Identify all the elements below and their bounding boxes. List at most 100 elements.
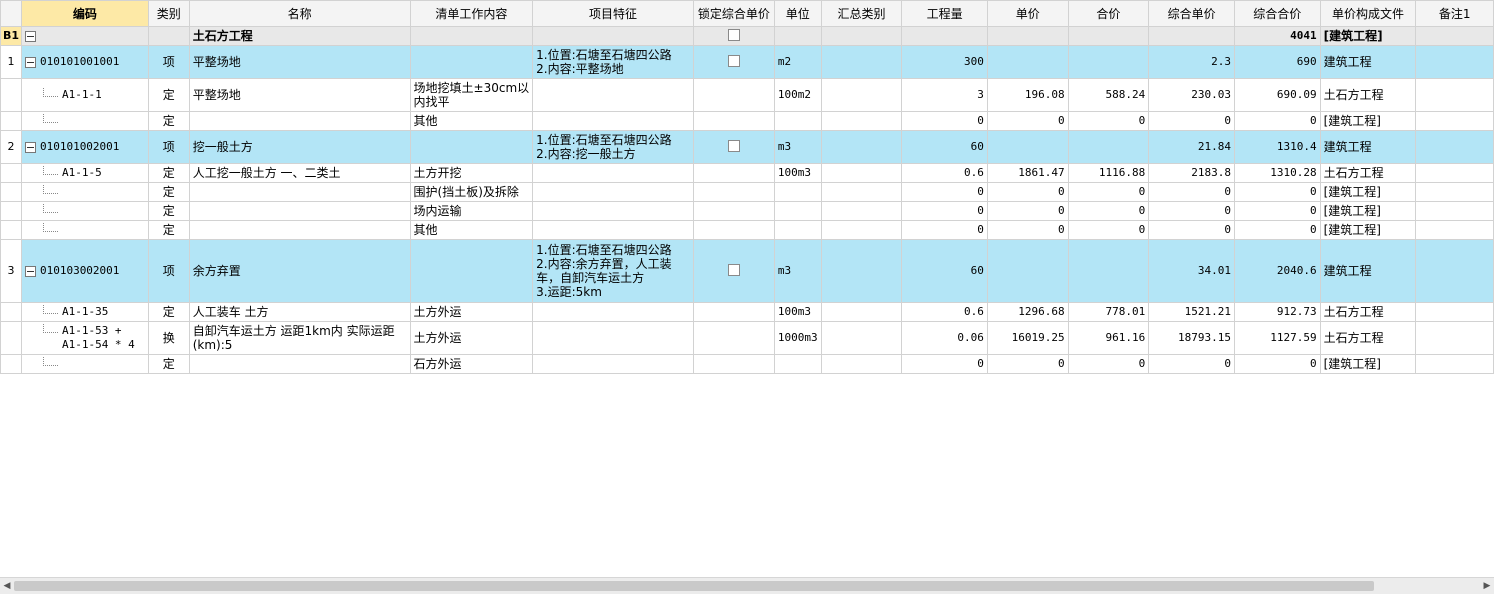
code-cell[interactable] — [20, 182, 149, 202]
features-cell[interactable] — [532, 78, 694, 112]
work-content-cell[interactable]: 场内运输 — [409, 201, 534, 221]
total-price-cell[interactable]: 0 — [1067, 201, 1150, 221]
features-cell[interactable]: 1.位置:石塘至石塘四公路 2.内容:挖一般土方 — [532, 130, 694, 164]
code-cell[interactable]: A1-1-5 — [20, 163, 149, 183]
total-price-cell[interactable]: 0 — [1067, 354, 1150, 374]
code-cell[interactable]: 010101001001 — [20, 45, 149, 79]
lock-price-checkbox[interactable] — [727, 54, 740, 67]
quota-row[interactable]: A1-1-1 定平整场地 场地挖填土±30cm以 内找平 100m2 3 196.08 588… — [0, 78, 1494, 112]
lock-price-cell[interactable] — [692, 78, 775, 112]
horizontal-scrollbar[interactable]: ◀ ▶ — [0, 577, 1494, 594]
category-cell[interactable]: 换 — [147, 321, 190, 355]
collapse-toggle-icon[interactable] — [24, 265, 36, 277]
total-price-cell[interactable] — [1067, 239, 1150, 303]
lock-price-cell[interactable] — [692, 201, 775, 221]
name-cell[interactable]: 平整场地 — [188, 45, 411, 79]
features-cell[interactable] — [532, 182, 694, 202]
note-cell[interactable] — [1415, 182, 1494, 202]
features-cell[interactable]: 1.位置:石塘至石塘四公路 2.内容:平整场地 — [532, 45, 694, 79]
col-header-unit-price[interactable]: 单价 — [986, 0, 1069, 27]
price-file-cell[interactable]: [建筑工程] — [1319, 220, 1417, 240]
unit-cell[interactable] — [773, 220, 822, 240]
note-cell[interactable] — [1415, 321, 1494, 355]
price-file-cell[interactable]: 土石方工程 — [1319, 321, 1417, 355]
category-cell[interactable]: 项 — [147, 130, 190, 164]
features-cell[interactable] — [532, 220, 694, 240]
work-content-cell[interactable] — [409, 239, 534, 303]
price-file-cell[interactable]: [建筑工程] — [1319, 354, 1417, 374]
quantity-cell[interactable]: 0 — [901, 220, 988, 240]
work-content-cell[interactable]: 场地挖填土±30cm以 内找平 — [409, 78, 534, 112]
note-cell[interactable] — [1415, 130, 1494, 164]
name-cell[interactable]: 平整场地 — [188, 78, 411, 112]
work-content-cell[interactable] — [409, 26, 534, 46]
composite-unit-price-cell[interactable]: 34.01 — [1148, 239, 1235, 303]
quota-row[interactable]: 定其他 0 0 0 0 0 [建筑工程] — [0, 111, 1494, 131]
lock-price-cell[interactable] — [692, 321, 775, 355]
unit-price-cell[interactable] — [986, 239, 1069, 303]
total-price-cell[interactable] — [1067, 130, 1150, 164]
unit-price-cell[interactable]: 1296.68 — [986, 302, 1069, 322]
summary-category-cell[interactable] — [820, 45, 903, 79]
name-cell[interactable]: 挖一般土方 — [188, 130, 411, 164]
code-cell[interactable]: A1-1-35 — [20, 302, 149, 322]
category-cell[interactable]: 定 — [147, 220, 190, 240]
composite-unit-price-cell[interactable] — [1148, 26, 1235, 46]
composite-total-cell[interactable]: 0 — [1233, 201, 1321, 221]
composite-total-cell[interactable]: 0 — [1233, 220, 1321, 240]
unit-price-cell[interactable] — [986, 26, 1069, 46]
code-cell[interactable] — [20, 201, 149, 221]
unit-price-cell[interactable] — [986, 130, 1069, 164]
quota-row[interactable]: 定石方外运 0 0 0 0 0 [建筑工程] — [0, 354, 1494, 374]
total-price-cell[interactable]: 0 — [1067, 182, 1150, 202]
composite-unit-price-cell[interactable]: 0 — [1148, 201, 1235, 221]
composite-total-cell[interactable]: 912.73 — [1233, 302, 1321, 322]
composite-unit-price-cell[interactable]: 1521.21 — [1148, 302, 1235, 322]
code-cell[interactable] — [20, 26, 149, 46]
features-cell[interactable] — [532, 321, 694, 355]
quantity-cell[interactable]: 0.6 — [901, 163, 988, 183]
col-header-price-file[interactable]: 单价构成文件 — [1319, 0, 1417, 27]
quantity-cell[interactable]: 60 — [901, 130, 988, 164]
work-content-cell[interactable]: 土方开挖 — [409, 163, 534, 183]
total-price-cell[interactable]: 588.24 — [1067, 78, 1150, 112]
name-cell[interactable] — [188, 354, 411, 374]
summary-category-cell[interactable] — [820, 239, 903, 303]
lock-price-checkbox[interactable] — [727, 263, 740, 276]
price-file-cell[interactable]: 建筑工程 — [1319, 239, 1417, 303]
quantity-cell[interactable]: 60 — [901, 239, 988, 303]
price-file-cell[interactable]: [建筑工程] — [1319, 111, 1417, 131]
composite-unit-price-cell[interactable]: 2183.8 — [1148, 163, 1235, 183]
unit-price-cell[interactable]: 196.08 — [986, 78, 1069, 112]
summary-category-cell[interactable] — [820, 354, 903, 374]
unit-price-cell[interactable]: 16019.25 — [986, 321, 1069, 355]
col-header-summary-category[interactable]: 汇总类别 — [820, 0, 903, 27]
quantity-cell[interactable]: 0 — [901, 354, 988, 374]
collapse-toggle-icon[interactable] — [24, 56, 36, 68]
lock-price-cell[interactable] — [692, 302, 775, 322]
summary-category-cell[interactable] — [820, 26, 903, 46]
quota-row[interactable]: A1-1-53 + A1-1-54 * 4 换自卸汽车运土方 运距1km内 实际运距… — [0, 321, 1494, 355]
features-cell[interactable] — [532, 354, 694, 374]
unit-price-cell[interactable]: 0 — [986, 220, 1069, 240]
code-cell[interactable]: 010103002001 — [20, 239, 149, 303]
note-cell[interactable] — [1415, 78, 1494, 112]
unit-cell[interactable]: 1000m3 — [773, 321, 822, 355]
category-cell[interactable]: 项 — [147, 239, 190, 303]
note-cell[interactable] — [1415, 201, 1494, 221]
summary-category-cell[interactable] — [820, 111, 903, 131]
col-header-work-content[interactable]: 清单工作内容 — [409, 0, 534, 27]
col-header-composite-unit-price[interactable]: 综合单价 — [1148, 0, 1235, 27]
composite-unit-price-cell[interactable]: 230.03 — [1148, 78, 1235, 112]
quota-row[interactable]: 定场内运输 0 0 0 0 0 [建筑工程] — [0, 201, 1494, 221]
summary-category-cell[interactable] — [820, 182, 903, 202]
lock-price-cell[interactable] — [692, 163, 775, 183]
quota-row[interactable]: A1-1-35 定人工装车 土方 土方外运 100m3 0.6 1296.68 778.01… — [0, 302, 1494, 322]
unit-cell[interactable]: m3 — [773, 239, 822, 303]
total-price-cell[interactable]: 778.01 — [1067, 302, 1150, 322]
category-cell[interactable]: 项 — [147, 45, 190, 79]
code-cell[interactable]: 010101002001 — [20, 130, 149, 164]
unit-cell[interactable] — [773, 201, 822, 221]
price-file-cell[interactable]: 土石方工程 — [1319, 163, 1417, 183]
scroll-right-arrow-icon[interactable]: ▶ — [1480, 578, 1494, 594]
